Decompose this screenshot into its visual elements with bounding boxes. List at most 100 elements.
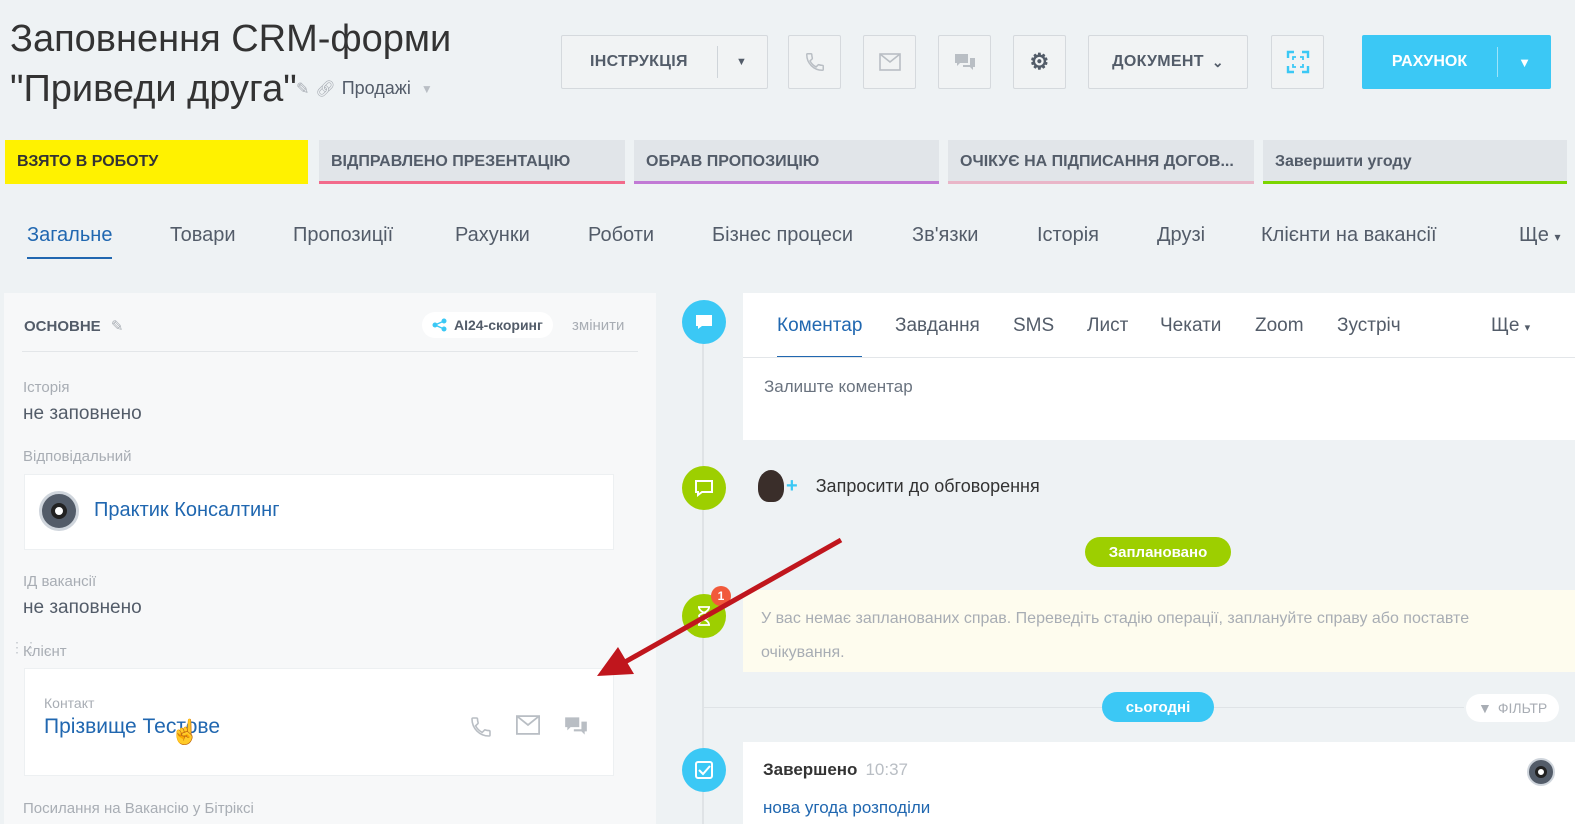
- filter-button[interactable]: ▼ ФІЛЬТР: [1466, 694, 1560, 722]
- account-button[interactable]: РАХУНОК ▼: [1362, 35, 1551, 89]
- chevron-down-icon[interactable]: ▼: [421, 82, 433, 96]
- instruction-button-label: ІНСТРУКЦІЯ: [590, 53, 688, 70]
- stage-color-bar: [319, 181, 625, 184]
- vacancy-link-label: Посилання на Вакансію у Бітріксі: [23, 800, 254, 817]
- tab-business-processes[interactable]: Бізнес процеси: [712, 224, 853, 247]
- tab-more[interactable]: Ще ▾: [1519, 224, 1560, 247]
- empty-plans-text: У вас немає запланованих справ. Переведі…: [761, 610, 1470, 661]
- invite-label: Запросити до обговорення: [815, 475, 1040, 496]
- stage-label: ОБРАВ ПРОПОЗИЦІЮ: [646, 153, 820, 170]
- avatar: [1527, 758, 1555, 786]
- document-button-label: ДОКУМЕНТ: [1112, 53, 1204, 70]
- filter-icon: ▼: [1478, 700, 1492, 716]
- tab-zoom[interactable]: Zoom: [1255, 315, 1304, 337]
- discussion-dot: [682, 466, 726, 510]
- comment-editor: Коментар Завдання SMS Лист Чекати Zoom З…: [743, 293, 1575, 440]
- tab-links[interactable]: Зв'язки: [912, 224, 978, 247]
- chevron-down-icon[interactable]: ▼: [1498, 55, 1551, 70]
- stage-proposal-chosen[interactable]: ОБРАВ ПРОПОЗИЦІЮ: [634, 140, 939, 184]
- responsible-card[interactable]: Практик Консалтинг: [24, 474, 614, 550]
- completed-label: Завершено: [763, 760, 858, 779]
- main-info-panel: ОСНОВНЕ ✎ AI24-скоринг змінити Історія н…: [4, 293, 656, 824]
- tab-vacancy-clients[interactable]: Клієнти на вакансії: [1261, 224, 1437, 247]
- phone-icon[interactable]: [469, 715, 493, 739]
- client-label: Клієнт: [23, 643, 67, 660]
- envelope-icon: [878, 53, 901, 71]
- tab-proposals[interactable]: Пропозиції: [293, 224, 393, 247]
- invite-to-discussion[interactable]: + Запросити до обговорення: [758, 470, 1040, 502]
- tab-more[interactable]: Ще ▾: [1491, 315, 1530, 337]
- tab-sms[interactable]: SMS: [1013, 315, 1054, 337]
- tab-letter[interactable]: Лист: [1087, 315, 1128, 337]
- stage-awaiting-contract[interactable]: ОЧІКУЄ НА ПІДПИСАННЯ ДОГОВ...: [948, 140, 1254, 184]
- filter-label: ФІЛЬТР: [1497, 700, 1548, 716]
- responsible-name[interactable]: Практик Консалтинг: [94, 499, 280, 522]
- deal-link[interactable]: нова угода розподіли: [763, 798, 930, 818]
- empty-plans-notice: У вас немає запланованих справ. Переведі…: [743, 590, 1575, 672]
- edit-title-icon[interactable]: ✎: [296, 79, 309, 99]
- history-label: Історія: [23, 379, 70, 396]
- stage-complete-deal[interactable]: Завершити угоду: [1263, 140, 1567, 184]
- tab-products[interactable]: Товари: [170, 224, 236, 247]
- comment-icon: [696, 315, 712, 329]
- hand-cursor-icon: ☝: [170, 719, 200, 746]
- stage-presentation-sent[interactable]: ВІДПРАВЛЕНО ПРЕЗЕНТАЦІЮ: [319, 140, 625, 184]
- notification-badge: 1: [711, 586, 731, 606]
- plus-icon: +: [786, 474, 798, 497]
- tab-meeting[interactable]: Зустріч: [1337, 315, 1401, 337]
- stage-label: ВЗЯТО В РОБОТУ: [17, 153, 159, 170]
- copy-link-icon[interactable]: 🔗︎: [315, 79, 335, 99]
- chat-icon[interactable]: [563, 715, 589, 737]
- user-avatar: [758, 470, 784, 502]
- tab-general[interactable]: Загальне: [27, 224, 113, 259]
- completed-dot: [682, 748, 726, 792]
- completed-title: Завершено 10:37: [763, 760, 908, 780]
- stage-color-bar: [948, 181, 1254, 184]
- call-button[interactable]: [788, 35, 841, 89]
- stage-color-bar: [634, 181, 939, 184]
- divider: [704, 707, 1102, 708]
- title-tools: ✎ 🔗︎ Продажі ▼: [296, 78, 433, 99]
- stage-label: ВІДПРАВЛЕНО ПРЕЗЕНТАЦІЮ: [331, 153, 571, 170]
- completed-time: 10:37: [865, 760, 908, 779]
- comment-input[interactable]: Залиште коментар: [764, 377, 913, 397]
- chevron-down-icon[interactable]: ▼: [736, 56, 747, 68]
- account-button-label: РАХУНОК: [1391, 53, 1468, 70]
- settings-button[interactable]: ⚙: [1013, 35, 1066, 89]
- tab-task[interactable]: Завдання: [895, 315, 980, 337]
- ai-scoring-icon: [432, 318, 447, 332]
- tab-works[interactable]: Роботи: [588, 224, 654, 247]
- avatar: [39, 491, 79, 531]
- instruction-button[interactable]: ІНСТРУКЦІЯ ▼: [561, 35, 768, 89]
- expand-icon: [1286, 50, 1309, 74]
- comment-dot: [682, 300, 726, 344]
- section-title: ОСНОВНЕ ✎: [24, 317, 123, 335]
- tab-history[interactable]: Історія: [1037, 224, 1099, 247]
- edit-section-icon[interactable]: ✎: [111, 318, 124, 335]
- ai-scoring-button[interactable]: AI24-скоринг: [422, 312, 553, 338]
- tab-comment[interactable]: Коментар: [777, 315, 863, 358]
- page-title-line1: Заповнення CRM-форми: [10, 18, 452, 60]
- change-link[interactable]: змінити: [572, 317, 624, 334]
- envelope-icon[interactable]: [515, 715, 541, 735]
- category-selector[interactable]: Продажі: [342, 78, 411, 99]
- vacancy-id-label: ІД вакансії: [23, 573, 97, 590]
- chevron-down-icon: ⌄: [1211, 53, 1224, 70]
- tab-wait[interactable]: Чекати: [1160, 315, 1221, 337]
- tab-invoices[interactable]: Рахунки: [455, 224, 530, 247]
- chat-icon: [954, 54, 975, 70]
- document-button[interactable]: ДОКУМЕНТ ⌄: [1088, 35, 1248, 89]
- contact-actions: [469, 715, 589, 739]
- contact-label: Контакт: [44, 695, 95, 711]
- client-card: Контакт Прізвище Тестове: [24, 668, 614, 776]
- stage-label: Завершити угоду: [1275, 153, 1412, 170]
- chevron-down-icon: ▾: [1554, 230, 1561, 244]
- stage-color-bar: [1263, 181, 1567, 184]
- stage-in-progress[interactable]: ВЗЯТО В РОБОТУ: [5, 140, 308, 184]
- fullscreen-button[interactable]: [1271, 35, 1324, 89]
- email-button[interactable]: [863, 35, 916, 89]
- chat-button[interactable]: [938, 35, 991, 89]
- history-value: не заповнено: [23, 403, 142, 424]
- tab-friends[interactable]: Друзі: [1157, 224, 1205, 247]
- tab-more-label: Ще: [1491, 315, 1520, 336]
